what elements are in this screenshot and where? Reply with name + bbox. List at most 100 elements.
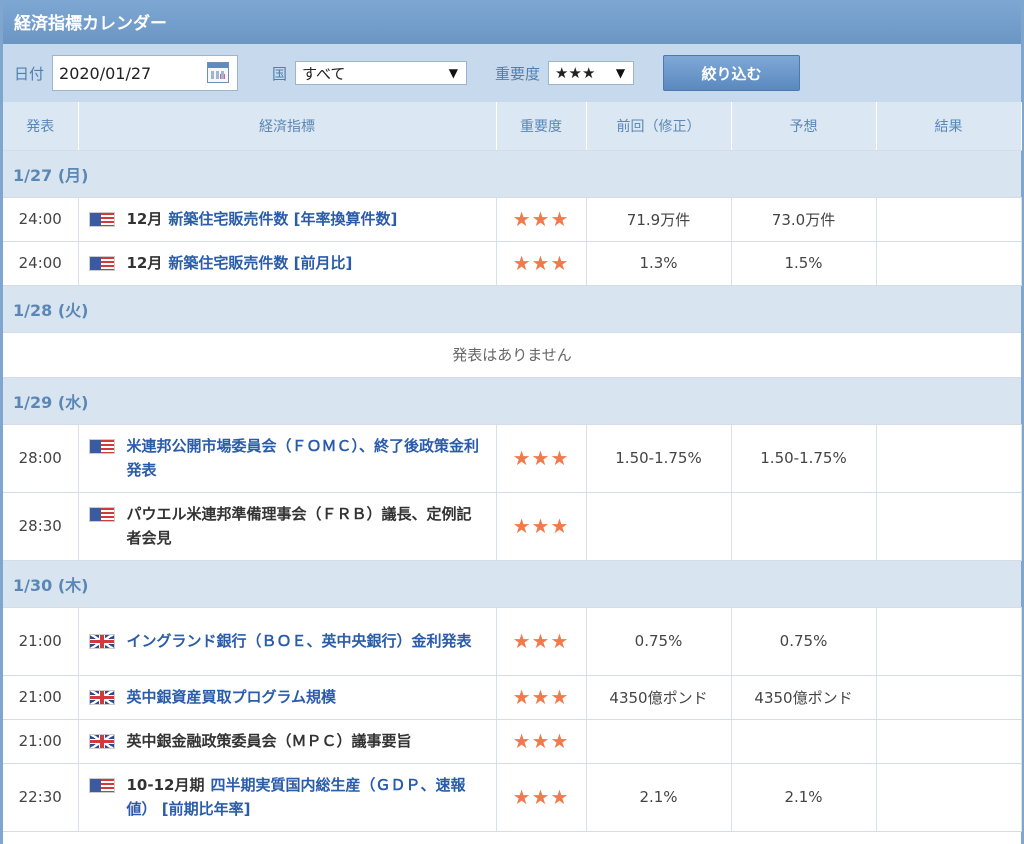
release-time: 24:00 [3, 197, 79, 242]
forecast-value [731, 492, 877, 561]
column-header-time: 発表 [3, 102, 79, 151]
previous-value: 2.1% [586, 763, 732, 832]
uk-flag-icon [88, 734, 115, 749]
forecast-value: 1.50-1.75% [731, 424, 877, 493]
indicator-text: 米連邦公開市場委員会（ＦＯＭＣ）、終了後政策金利発表 [127, 434, 486, 482]
importance-stars: ★★★ [496, 197, 587, 242]
importance-label: 重要度 [495, 64, 541, 83]
us-flag-icon [88, 256, 115, 271]
indicator-link[interactable]: 英中銀資産買取プログラム規模 [127, 688, 337, 706]
release-time: 21:00 [3, 675, 79, 720]
result-value [876, 719, 1022, 764]
indicator-cell: パウエル米連邦準備理事会（ＦＲＢ）議長、定例記者会見 [78, 492, 497, 561]
result-value [876, 607, 1022, 676]
indicator-link[interactable]: 米連邦公開市場委員会（ＦＯＭＣ）、終了後政策金利発表 [127, 437, 480, 479]
indicator-link: 英中銀金融政策委員会（ＭＰＣ）議事要旨 [126, 732, 412, 750]
importance-stars: ★★★ [496, 424, 587, 493]
indicator-text: 12月 新築住宅販売件数 [前月比] [127, 251, 353, 275]
indicator-cell: 英中銀資産買取プログラム規模 [78, 675, 497, 720]
no-data-row: 発表はありません [3, 332, 1021, 378]
previous-value [586, 492, 732, 561]
indicator-cell: イングランド銀行（ＢＯＥ、英中央銀行）金利発表 [78, 607, 497, 676]
result-value [876, 241, 1022, 286]
us-flag-icon [88, 439, 115, 454]
importance-stars: ★★★ [496, 241, 587, 286]
result-value [876, 763, 1022, 832]
importance-stars: ★★★ [496, 763, 587, 832]
previous-value: 0.75% [586, 607, 732, 676]
release-time: 24:00 [3, 241, 79, 286]
indicator-period: 12月 [126, 254, 163, 272]
date-input[interactable]: 2020/01/27 [52, 55, 239, 91]
importance-value: ★★★ [555, 64, 596, 82]
table-row: 28:00 米連邦公開市場委員会（ＦＯＭＣ）、終了後政策金利発表 ★★★ 1.50-1… [3, 424, 1022, 493]
indicator-link[interactable]: イングランド銀行（ＢＯＥ、英中央銀行）金利発表 [127, 632, 472, 650]
filter-button[interactable]: 絞り込む [663, 55, 801, 91]
forecast-value: 2.1% [731, 763, 877, 832]
us-flag-icon [88, 507, 115, 522]
calendar-icon[interactable] [207, 62, 230, 83]
result-value [876, 424, 1022, 493]
importance-stars: ★★★ [496, 492, 587, 561]
release-time: 28:30 [3, 492, 79, 561]
column-header-importance: 重要度 [496, 102, 587, 151]
release-time: 21:00 [3, 719, 79, 764]
previous-value: 1.50-1.75% [586, 424, 732, 493]
importance-stars: ★★★ [496, 719, 587, 764]
day-header-row: 1/28 (火) [3, 285, 1021, 333]
day-header-row: 1/30 (木) [3, 560, 1021, 608]
importance-stars: ★★★ [496, 675, 587, 720]
release-time: 21:00 [3, 607, 79, 676]
indicator-period: 12月 [126, 210, 163, 228]
indicator-text: 英中銀金融政策委員会（ＭＰＣ）議事要旨 [127, 729, 412, 753]
release-time: 28:00 [3, 424, 79, 493]
country-label: 国 [272, 64, 288, 83]
indicator-link[interactable]: 新築住宅販売件数 [年率換算件数] [168, 210, 397, 228]
dropdown-arrow-icon: ▼ [615, 66, 626, 80]
date-value: 2020/01/27 [59, 63, 152, 83]
day-header-row: 1/27 (月) [3, 150, 1021, 198]
indicator-text: 12月 新築住宅販売件数 [年率換算件数] [127, 207, 398, 231]
indicator-link: パウエル米連邦準備理事会（ＦＲＢ）議長、定例記者会見 [126, 505, 472, 547]
day-header-row: 1/29 (水) [3, 377, 1021, 425]
indicator-cell: 12月 新築住宅販売件数 [年率換算件数] [78, 197, 497, 242]
indicator-period: 10-12月期 [126, 776, 205, 794]
table-row: 24:00 12月 新築住宅販売件数 [年率換算件数] ★★★ 71.9万件 73.0万件 [3, 197, 1022, 242]
table-row: 21:00 イングランド銀行（ＢＯＥ、英中央銀行）金利発表 ★★★ 0.75% 0.75… [3, 607, 1022, 676]
widget-title: 経済指標カレンダー [3, 0, 1021, 44]
indicator-text: 英中銀資産買取プログラム規模 [127, 685, 337, 709]
previous-value: 71.9万件 [586, 197, 732, 242]
country-select[interactable]: すべて ▼ [295, 61, 468, 85]
importance-select[interactable]: ★★★ ▼ [548, 61, 635, 85]
indicator-link[interactable]: 新築住宅販売件数 [前月比] [168, 254, 352, 272]
table-row: 22:30 10-12月期 四半期実質国内総生産（ＧＤＰ、速報値） [前期比年率] ★… [3, 763, 1022, 832]
table-row: 21:00 英中銀金融政策委員会（ＭＰＣ）議事要旨 ★★★ [3, 719, 1022, 764]
importance-stars: ★★★ [496, 607, 587, 676]
result-value [876, 675, 1022, 720]
previous-value: 1.3% [586, 241, 732, 286]
dropdown-arrow-icon: ▼ [448, 66, 459, 80]
filter-bar: 日付 2020/01/27 国 すべて ▼ 重要度 ★★★ ▼ 絞り込む [3, 44, 1021, 102]
forecast-value: 0.75% [731, 607, 877, 676]
economic-calendar-widget: 経済指標カレンダー 日付 2020/01/27 国 すべて ▼ 重要度 ★★★ … [0, 0, 1024, 844]
release-time: 22:30 [3, 763, 79, 832]
indicator-cell: 米連邦公開市場委員会（ＦＯＭＣ）、終了後政策金利発表 [78, 424, 497, 493]
forecast-value: 73.0万件 [731, 197, 877, 242]
day-label: 1/29 (水) [3, 377, 1021, 425]
day-label: 1/28 (火) [3, 285, 1021, 333]
result-value [876, 492, 1022, 561]
us-flag-icon [88, 778, 115, 793]
no-data-message: 発表はありません [3, 332, 1021, 378]
calendar-table: 発表 経済指標 重要度 前回（修正） 予想 結果 1/27 (月) 24:00 12… [3, 102, 1022, 832]
date-label: 日付 [14, 64, 45, 83]
us-flag-icon [88, 212, 115, 227]
table-header-row: 発表 経済指標 重要度 前回（修正） 予想 結果 [3, 102, 1022, 151]
forecast-value: 4350億ポンド [731, 675, 877, 720]
table-row: 24:00 12月 新築住宅販売件数 [前月比] ★★★ 1.3% 1.5% [3, 241, 1022, 286]
uk-flag-icon [88, 634, 115, 649]
day-label: 1/30 (木) [3, 560, 1021, 608]
table-row: 28:30 パウエル米連邦準備理事会（ＦＲＢ）議長、定例記者会見 ★★★ [3, 492, 1022, 561]
forecast-value [731, 719, 877, 764]
result-value [876, 197, 1022, 242]
forecast-value: 1.5% [731, 241, 877, 286]
